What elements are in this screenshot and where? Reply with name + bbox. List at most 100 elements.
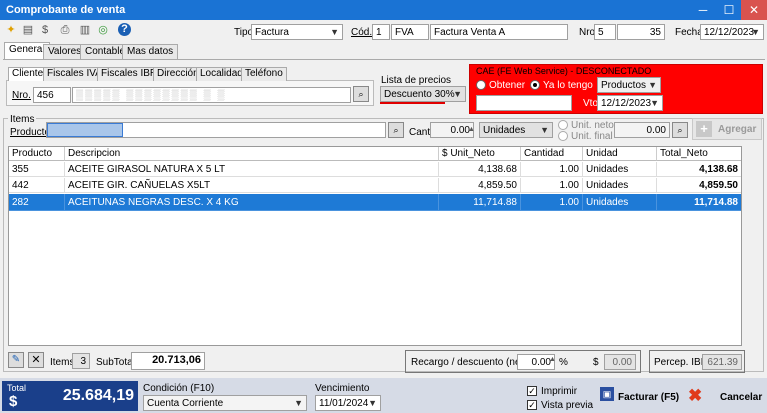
cell-cantidad: 1.00 [521,162,583,177]
edit-row-button[interactable]: ✎ [8,352,24,368]
chevron-down-icon: ▼ [751,27,760,37]
unit-neto-radio[interactable] [558,120,568,130]
col-descripcion[interactable]: Descripcion [65,147,439,161]
chevron-down-icon: ▼ [648,80,657,90]
total-value: 25.684,19 [62,387,134,404]
imprimir-checkbox[interactable]: ✓ [527,386,537,396]
print-icon[interactable]: ⎙ [57,22,73,38]
cell-unidad: Unidades [583,162,657,177]
col-unidad[interactable]: Unidad [583,147,657,161]
condicion-select[interactable]: Cuenta Corriente ▼ [143,395,307,411]
vto-picker[interactable]: 12/12/2023 ▼ [597,95,663,111]
subtab-cliente[interactable]: Cliente [8,67,48,81]
nro-pv-input[interactable]: 5 [594,24,616,40]
tab-divider [3,59,765,60]
edit-icon: ✎ [11,354,21,365]
search-icon: ⌕ [393,125,399,135]
table-row[interactable]: 355 ACEITE GIRASOL NATURA X 5 LT 4,138.6… [9,162,741,177]
unit-final-radio[interactable] [558,131,568,141]
delete-row-button[interactable]: ✕ [28,352,44,368]
cae-tipo-value: Productos [601,80,647,91]
cell-unit-neto: 4,138.68 [439,162,521,177]
agregar-button[interactable]: + Agregar [692,118,762,140]
subtotal-field: 20.713,06 [131,352,205,370]
dollar-sign: $ [593,357,599,368]
close-button[interactable]: ✕ [741,0,767,20]
vencimiento-label: Vencimiento [315,383,370,394]
recargo-spinner-icon[interactable]: ▲ [549,356,556,363]
cell-cantidad: 1.00 [521,194,583,211]
percent-sign: % [559,357,568,368]
lista-precios-select[interactable]: Descuento 30% ▼ [380,86,466,102]
facturar-label: Facturar (F5) [618,392,680,403]
subtotal-label: SubTotal [96,357,135,368]
unidad-select[interactable]: Unidades ▼ [479,122,553,138]
maximize-button[interactable]: ☐ [716,0,742,20]
cell-total: 4,859.50 [657,178,741,193]
calc-precio-button[interactable]: ⌕ [672,122,688,138]
cant-spinner-icon[interactable]: ▲ [468,126,475,133]
cae-number-input[interactable] [476,95,572,111]
cae-tipo-select[interactable]: Productos ▼ [597,77,661,93]
subtab-telefono[interactable]: Teléfono [241,67,287,81]
help-icon[interactable]: ? [118,23,131,36]
cell-cantidad: 1.00 [521,178,583,193]
cliente-nro-label: Nro. [12,90,31,101]
tab-mas-datos[interactable]: Mas datos [122,44,179,59]
cancelar-button[interactable]: ✖ Cancelar [686,385,764,409]
lista-precios-label: Lista de precios [381,75,452,86]
search-producto-button[interactable]: ⌕ [388,122,404,138]
cliente-name-field: ▒▒▒▒▒ ▒▒▒▒▒▒▒▒ ▒ ▒ [72,87,351,103]
chevron-down-icon: ▼ [368,398,377,408]
whatsapp-icon[interactable]: ◎ [95,22,111,38]
save-icon: ▣ [600,387,614,401]
obtener-radio[interactable] [476,80,486,90]
producto-input[interactable] [46,122,386,138]
price-icon[interactable]: $ [37,22,53,38]
chevron-down-icon: ▼ [330,27,339,37]
cliente-nro-input[interactable]: 456 [33,87,71,103]
nro-number-input[interactable]: 35 [617,24,665,40]
col-cantidad[interactable]: Cantidad [521,147,583,161]
precio-input[interactable]: 0.00 [614,122,670,138]
tipo-select[interactable]: Factura ▼ [251,24,343,40]
cancelar-label: Cancelar [720,392,763,403]
cell-total: 4,138.68 [657,162,741,177]
vista-previa-checkbox[interactable]: ✓ [527,400,537,410]
subtab-fiscales-ibr[interactable]: Fiscales IBR [97,67,162,81]
cod-input[interactable]: 1 [372,24,390,40]
cell-descripcion: ACEITE GIR. CAÑUELAS X5LT [65,178,439,193]
subtab-localidad[interactable]: Localidad [196,67,247,81]
document-icon[interactable]: ▥ [77,22,93,38]
minimize-button[interactable]: ─ [690,0,716,20]
lista-precios-value: Descuento 30% [384,89,455,100]
fecha-picker[interactable]: 12/12/2023 ▼ [700,24,764,40]
items-count-field: 3 [72,353,90,369]
unit-final-label: Unit. final [571,131,613,142]
col-total-neto[interactable]: Total_Neto [657,147,741,161]
vista-previa-label: Vista previa [541,400,594,411]
col-unit-neto[interactable]: $ Unit_Neto [439,147,521,161]
edit-icon[interactable]: ▤ [20,22,36,38]
col-producto[interactable]: Producto [9,147,65,161]
window-title: Comprobante de venta [6,4,126,16]
items-count-label: Items [50,357,75,368]
producto-input-selection [47,123,123,137]
vencimiento-picker[interactable]: 11/01/2024 ▼ [315,395,381,411]
cell-unidad: Unidades [583,194,657,211]
cell-total: 11,714.88 [657,194,741,211]
items-group-label: Items [8,114,37,125]
facturar-button[interactable]: ▣ Facturar (F5) [598,385,680,409]
imprimir-label: Imprimir [541,386,578,397]
new-icon[interactable]: ✦ [3,22,19,38]
search-icon: ⌕ [358,89,364,99]
producto-label: Producto [10,127,51,138]
search-cliente-button[interactable]: ⌕ [353,86,369,102]
ya-lo-tengo-radio[interactable] [530,80,540,90]
cell-unidad: Unidades [583,178,657,193]
table-row[interactable]: 442 ACEITE GIR. CAÑUELAS X5LT 4,859.50 1… [9,178,741,193]
items-grid[interactable]: Producto Descripcion $ Unit_Neto Cantida… [8,146,742,346]
percep-label: Percep. IBR [654,357,708,368]
fecha-label: Fecha [675,27,703,38]
table-row-selected[interactable]: 282 ACEITUNAS NEGRAS DESC. X 4 KG 11,714… [9,194,741,211]
